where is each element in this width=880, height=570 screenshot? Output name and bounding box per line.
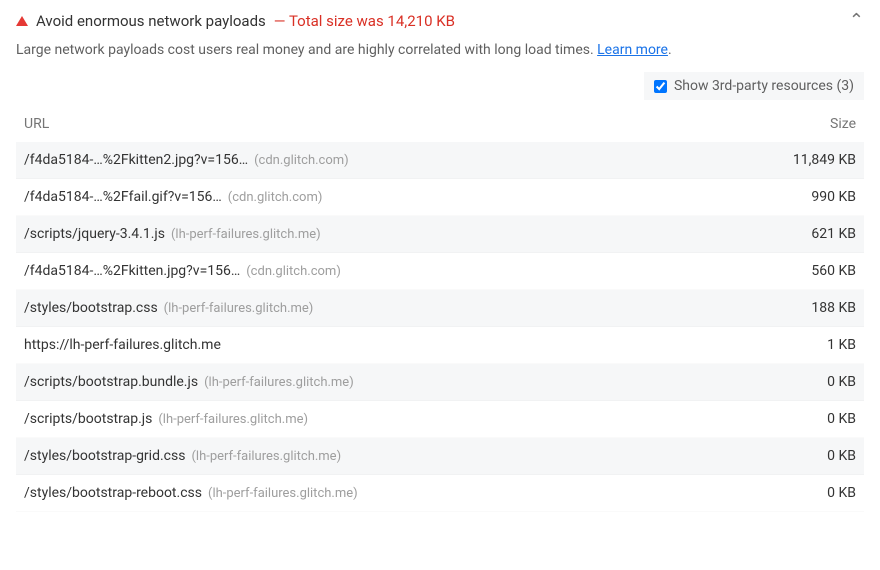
row-origin: (lh-perf-failures.glitch.me): [208, 486, 358, 501]
row-url-cell: /styles/bootstrap-reboot.css (lh-perf-fai…: [24, 485, 726, 501]
row-url[interactable]: /f4da5184-…%2Fkitten.jpg?v=156…: [24, 263, 240, 279]
row-size: 0 KB: [726, 485, 856, 501]
thirdparty-toggle[interactable]: Show 3rd-party resources (3): [644, 72, 864, 100]
thirdparty-row: Show 3rd-party resources (3): [16, 72, 864, 110]
learn-more-link[interactable]: Learn more: [597, 42, 668, 58]
row-url[interactable]: /styles/bootstrap.css: [24, 300, 158, 316]
table-row: /f4da5184-…%2Fkitten.jpg?v=156… (cdn.glit…: [16, 253, 864, 290]
table-row: /styles/bootstrap-grid.css (lh-perf-failu…: [16, 438, 864, 475]
row-size: 0 KB: [726, 374, 856, 390]
row-url[interactable]: /f4da5184-…%2Ffail.gif?v=156…: [24, 189, 222, 205]
table-body: /f4da5184-…%2Fkitten2.jpg?v=156… (cdn.gli…: [16, 142, 864, 512]
table-row: /scripts/bootstrap.bundle.js (lh-perf-fai…: [16, 364, 864, 401]
audit-title: Avoid enormous network payloads: [36, 12, 266, 30]
column-url: URL: [24, 116, 726, 132]
row-origin: (lh-perf-failures.glitch.me): [164, 301, 314, 316]
audit-description: Large network payloads cost users real m…: [16, 42, 864, 72]
row-url[interactable]: /styles/bootstrap-grid.css: [24, 448, 185, 464]
audit-metric-prefix: —: [274, 12, 289, 30]
row-size: 1 KB: [726, 337, 856, 353]
row-url[interactable]: /scripts/bootstrap.bundle.js: [24, 374, 198, 390]
audit-metric-value: Total size was 14,210 KB: [289, 12, 455, 30]
table-row: https://lh-perf-failures.glitch.me 1 KB: [16, 327, 864, 364]
table-header: URL Size: [16, 110, 864, 142]
table-row: /styles/bootstrap.css (lh-perf-failures.g…: [16, 290, 864, 327]
audit-metric: — Total size was 14,210 KB: [274, 12, 455, 30]
row-origin: (cdn.glitch.com): [228, 190, 323, 205]
row-size: 11,849 KB: [726, 152, 856, 168]
row-url[interactable]: /f4da5184-…%2Fkitten2.jpg?v=156…: [24, 152, 248, 168]
description-period: .: [668, 42, 672, 58]
row-url-cell: /f4da5184-…%2Ffail.gif?v=156… (cdn.glitch…: [24, 189, 726, 205]
row-size: 990 KB: [726, 189, 856, 205]
table-row: /f4da5184-…%2Fkitten2.jpg?v=156… (cdn.gli…: [16, 142, 864, 179]
table-row: /styles/bootstrap-reboot.css (lh-perf-fai…: [16, 475, 864, 512]
row-url-cell: /f4da5184-…%2Fkitten.jpg?v=156… (cdn.glit…: [24, 263, 726, 279]
audit-header[interactable]: Avoid enormous network payloads — Total …: [16, 12, 864, 42]
column-size: Size: [726, 116, 856, 132]
row-origin: (lh-perf-failures.glitch.me): [204, 375, 354, 390]
row-url-cell: /f4da5184-…%2Fkitten2.jpg?v=156… (cdn.gli…: [24, 152, 726, 168]
table-row: /scripts/jquery-3.4.1.js (lh-perf-failure…: [16, 216, 864, 253]
description-text: Large network payloads cost users real m…: [16, 42, 597, 58]
row-url-cell: /scripts/jquery-3.4.1.js (lh-perf-failure…: [24, 226, 726, 242]
thirdparty-label: Show 3rd-party resources (3): [674, 78, 854, 94]
row-size: 188 KB: [726, 300, 856, 316]
row-size: 621 KB: [726, 226, 856, 242]
row-size: 560 KB: [726, 263, 856, 279]
row-origin: (lh-perf-failures.glitch.me): [158, 412, 308, 427]
table-row: /f4da5184-…%2Ffail.gif?v=156… (cdn.glitch…: [16, 179, 864, 216]
row-url-cell: /scripts/bootstrap.bundle.js (lh-perf-fai…: [24, 374, 726, 390]
row-origin: (cdn.glitch.com): [246, 264, 341, 279]
row-url-cell: /scripts/bootstrap.js (lh-perf-failures.g…: [24, 411, 726, 427]
row-origin: (lh-perf-failures.glitch.me): [191, 449, 341, 464]
row-url-cell: /styles/bootstrap-grid.css (lh-perf-failu…: [24, 448, 726, 464]
row-url-cell: /styles/bootstrap.css (lh-perf-failures.g…: [24, 300, 726, 316]
row-size: 0 KB: [726, 448, 856, 464]
row-size: 0 KB: [726, 411, 856, 427]
chevron-up-icon[interactable]: ⌃: [849, 12, 864, 30]
table-row: /scripts/bootstrap.js (lh-perf-failures.g…: [16, 401, 864, 438]
row-url[interactable]: /scripts/bootstrap.js: [24, 411, 152, 427]
row-url[interactable]: /styles/bootstrap-reboot.css: [24, 485, 202, 501]
warning-triangle-icon: [16, 16, 28, 26]
row-url-cell: https://lh-perf-failures.glitch.me: [24, 337, 726, 353]
payload-table: URL Size /f4da5184-…%2Fkitten2.jpg?v=156…: [16, 110, 864, 512]
row-url[interactable]: /scripts/jquery-3.4.1.js: [24, 226, 165, 242]
thirdparty-checkbox[interactable]: [654, 80, 667, 93]
row-url[interactable]: https://lh-perf-failures.glitch.me: [24, 337, 221, 353]
row-origin: (lh-perf-failures.glitch.me): [171, 227, 321, 242]
row-origin: (cdn.glitch.com): [254, 153, 349, 168]
